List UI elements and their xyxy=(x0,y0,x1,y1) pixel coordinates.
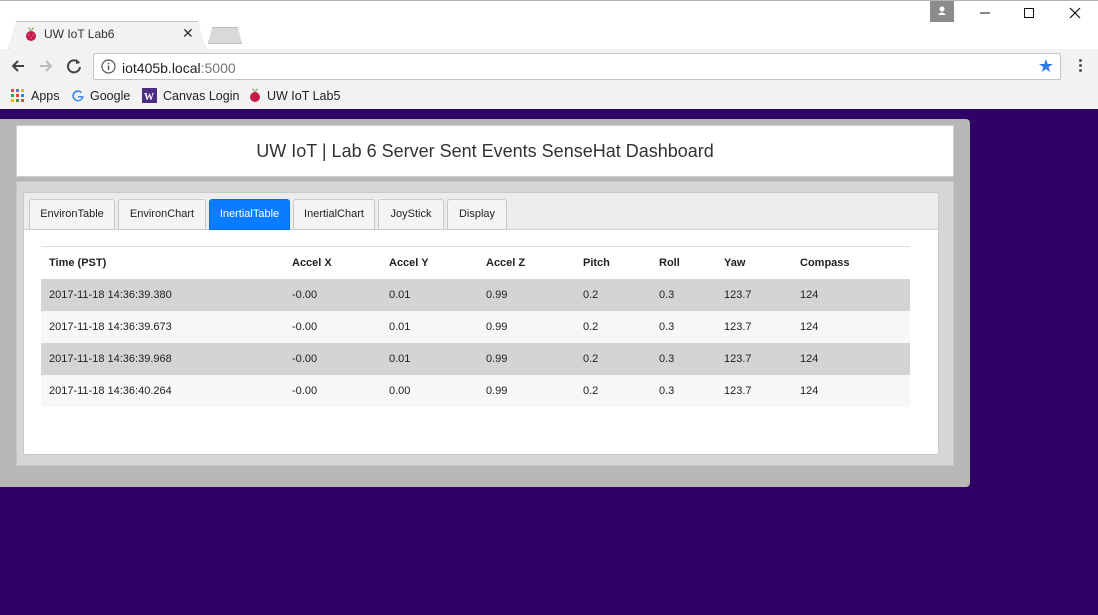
table-cell: 123.7 xyxy=(716,342,792,375)
tab-inertialchart[interactable]: InertialChart xyxy=(293,199,375,230)
table-cell: -0.00 xyxy=(284,278,381,311)
table-cell: 124 xyxy=(792,342,910,375)
bookmark-label: Apps xyxy=(31,89,60,103)
table-cell: 2017-11-18 14:36:40.264 xyxy=(41,374,284,407)
table-row: 2017-11-18 14:36:39.673 -0.00 0.01 0.99 … xyxy=(41,310,910,343)
table-row: 2017-11-18 14:36:39.968 -0.00 0.01 0.99 … xyxy=(41,342,910,375)
column-header: Accel X xyxy=(284,246,381,279)
column-header: Time (PST) xyxy=(41,246,284,279)
inertial-table: Time (PST) Accel X Accel Y Accel Z Pitch… xyxy=(41,246,910,407)
info-icon[interactable] xyxy=(101,59,116,74)
profile-button[interactable] xyxy=(930,1,954,22)
close-icon xyxy=(1069,7,1081,19)
apps-icon xyxy=(11,89,24,102)
window-close-button[interactable] xyxy=(1060,5,1090,25)
dashboard-container: UW IoT | Lab 6 Server Sent Events SenseH… xyxy=(0,119,970,487)
close-icon[interactable]: ✕ xyxy=(182,25,194,42)
table-cell: 0.99 xyxy=(478,374,575,407)
table-cell: 0.3 xyxy=(651,310,716,343)
tab-environchart[interactable]: EnvironChart xyxy=(118,199,206,230)
tab-inertialtable[interactable]: InertialTable xyxy=(209,199,290,230)
table-cell: 0.3 xyxy=(651,374,716,407)
table-cell: 2017-11-18 14:36:39.380 xyxy=(41,278,284,311)
header-card: UW IoT | Lab 6 Server Sent Events SenseH… xyxy=(16,125,954,177)
table-cell: 124 xyxy=(792,374,910,407)
column-header: Roll xyxy=(651,246,716,279)
tab-display[interactable]: Display xyxy=(447,199,507,230)
table-cell: 0.01 xyxy=(381,278,478,311)
column-header: Compass xyxy=(792,246,910,279)
tab-title: UW IoT Lab6 xyxy=(44,27,115,41)
page-title: UW IoT | Lab 6 Server Sent Events SenseH… xyxy=(256,141,714,161)
raspberry-icon xyxy=(26,27,36,41)
url-text[interactable]: iot405b.local:5000 xyxy=(122,60,236,76)
bookmark-label: UW IoT Lab5 xyxy=(267,89,341,103)
table-cell: 0.3 xyxy=(651,342,716,375)
table-cell: 0.01 xyxy=(381,342,478,375)
table-cell: 0.2 xyxy=(575,342,651,375)
tab-environtable[interactable]: EnvironTable xyxy=(29,199,115,230)
tab-joystick[interactable]: JoyStick xyxy=(378,199,444,230)
browser-chrome: UW IoT Lab6 ✕ iot405b.local:5000 ★ Apps … xyxy=(0,0,1098,109)
column-header: Yaw xyxy=(716,246,792,279)
table-cell: 2017-11-18 14:36:39.673 xyxy=(41,310,284,343)
table-cell: 123.7 xyxy=(716,374,792,407)
raspberry-icon xyxy=(250,88,260,102)
maximize-icon xyxy=(1024,8,1034,18)
table-cell: -0.00 xyxy=(284,342,381,375)
bookmarks-bar: Apps Google W Canvas Login UW IoT Lab5 xyxy=(0,83,1098,109)
address-bar[interactable]: iot405b.local:5000 ★ xyxy=(93,53,1061,80)
back-icon[interactable] xyxy=(7,55,29,77)
table-cell: 123.7 xyxy=(716,310,792,343)
column-header: Accel Z xyxy=(478,246,575,279)
canvas-icon: W xyxy=(142,88,157,103)
table-cell: -0.00 xyxy=(284,374,381,407)
reload-icon[interactable] xyxy=(63,55,85,77)
table-cell: 0.99 xyxy=(478,310,575,343)
table-cell: 123.7 xyxy=(716,278,792,311)
table-cell: 0.00 xyxy=(381,374,478,407)
table-cell: 0.3 xyxy=(651,278,716,311)
tab-strip: UW IoT Lab6 ✕ xyxy=(0,1,1098,49)
page-body: UW IoT | Lab 6 Server Sent Events SenseH… xyxy=(0,109,1098,615)
new-tab-button[interactable] xyxy=(208,27,242,44)
table-cell: 124 xyxy=(792,278,910,311)
table-cell: 0.99 xyxy=(478,342,575,375)
url-port: :5000 xyxy=(200,60,236,76)
svg-text:W: W xyxy=(144,92,154,103)
menu-icon[interactable] xyxy=(1072,57,1088,75)
table-cell: 0.2 xyxy=(575,374,651,407)
tab-panel: EnvironTable EnvironChart InertialTable … xyxy=(23,192,939,455)
bookmark-uw-iot-lab5[interactable]: UW IoT Lab5 xyxy=(248,87,340,105)
table-cell: -0.00 xyxy=(284,310,381,343)
bookmark-label: Canvas Login xyxy=(163,89,240,103)
toolbar: iot405b.local:5000 ★ xyxy=(0,49,1098,83)
table-row: 2017-11-18 14:36:40.264 -0.00 0.00 0.99 … xyxy=(41,374,910,407)
forward-icon[interactable] xyxy=(35,55,57,77)
minimize-icon xyxy=(980,12,990,14)
bookmark-canvas-login[interactable]: W Canvas Login xyxy=(142,87,240,105)
google-icon xyxy=(72,90,84,102)
bookmark-apps[interactable]: Apps xyxy=(10,87,62,105)
user-icon xyxy=(938,6,946,15)
table-cell: 0.01 xyxy=(381,310,478,343)
minimize-button[interactable] xyxy=(970,5,1000,25)
column-header: Accel Y xyxy=(381,246,478,279)
table-cell: 0.99 xyxy=(478,278,575,311)
maximize-button[interactable] xyxy=(1014,5,1044,25)
table-cell: 0.2 xyxy=(575,310,651,343)
table-cell: 124 xyxy=(792,310,910,343)
content-card: EnvironTable EnvironChart InertialTable … xyxy=(16,181,954,466)
tab-bar: EnvironTable EnvironChart InertialTable … xyxy=(24,193,938,230)
table-cell: 2017-11-18 14:36:39.968 xyxy=(41,342,284,375)
table-cell: 0.2 xyxy=(575,278,651,311)
star-icon[interactable]: ★ xyxy=(1038,57,1054,76)
column-header: Pitch xyxy=(575,246,651,279)
table-row: 2017-11-18 14:36:39.380 -0.00 0.01 0.99 … xyxy=(41,278,910,311)
table-header-row: Time (PST) Accel X Accel Y Accel Z Pitch… xyxy=(41,246,910,279)
url-host: iot405b.local xyxy=(122,60,201,76)
bookmark-label: Google xyxy=(90,89,131,103)
bookmark-google[interactable]: Google xyxy=(71,87,133,105)
